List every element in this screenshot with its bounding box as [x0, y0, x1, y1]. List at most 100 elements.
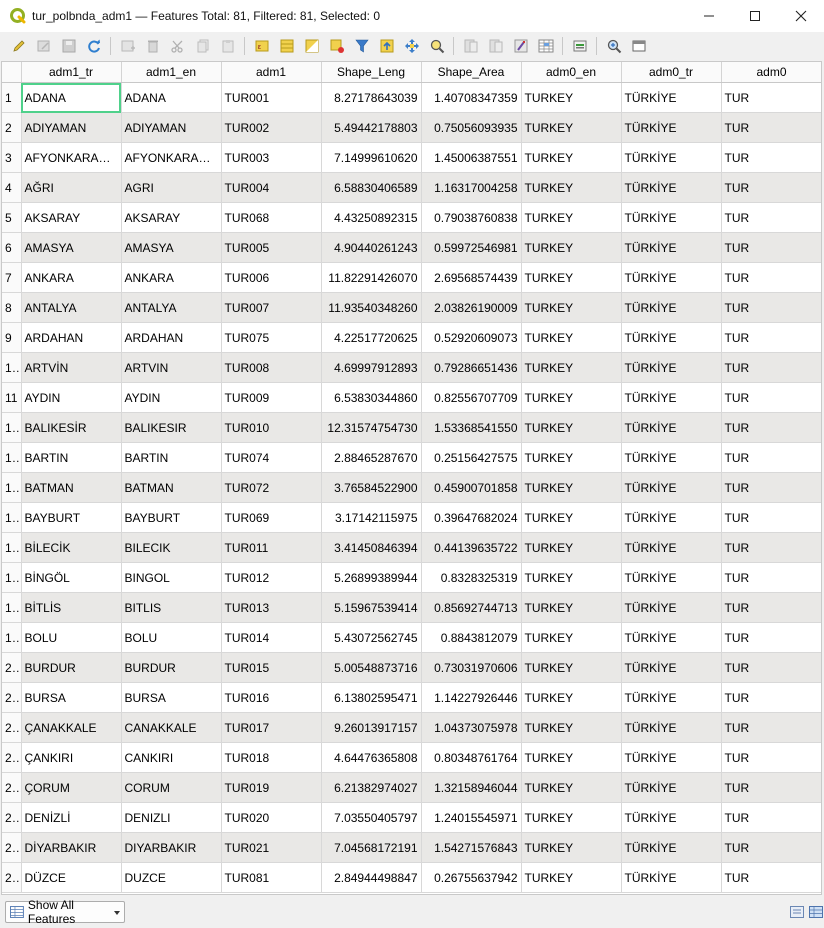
row-header[interactable]: 13	[2, 442, 22, 473]
cell-adm1[interactable]: TUR007	[221, 292, 322, 323]
cell-adm1_tr[interactable]: BİTLİS	[21, 592, 122, 623]
cell-shape_leng[interactable]: 9.26013917157	[321, 712, 422, 743]
row-header[interactable]: 7	[2, 262, 22, 293]
cell-adm0[interactable]: TUR	[721, 862, 821, 893]
cell-adm1_tr[interactable]: BARTIN	[21, 442, 122, 473]
maximize-icon[interactable]	[732, 0, 778, 32]
cell-adm0_en[interactable]: TURKEY	[521, 742, 622, 773]
cell-adm0_en[interactable]: TURKEY	[521, 352, 622, 383]
cell-adm0_en[interactable]: TURKEY	[521, 562, 622, 593]
column-header-adm1[interactable]: adm1	[221, 62, 322, 83]
cell-adm1[interactable]: TUR006	[221, 262, 322, 293]
cell-adm1[interactable]: TUR008	[221, 352, 322, 383]
row-header[interactable]: 22	[2, 712, 22, 743]
cell-adm0_tr[interactable]: TÜRKİYE	[621, 172, 722, 203]
cell-adm0_tr[interactable]: TÜRKİYE	[621, 832, 722, 863]
cell-adm0[interactable]: TUR	[721, 142, 821, 173]
cell-adm0[interactable]: TUR	[721, 532, 821, 563]
cell-shape_leng[interactable]: 4.69997912893	[321, 352, 422, 383]
cell-shape_area[interactable]: 0.79038760838	[421, 202, 522, 233]
table-row[interactable]: 4 AĞRI AGRI TUR004 6.58830406589 1.1631700425…	[2, 172, 821, 203]
cell-adm0_tr[interactable]: TÜRKİYE	[621, 112, 722, 143]
cell-shape_leng[interactable]: 4.64476365808	[321, 742, 422, 773]
cell-adm1[interactable]: TUR074	[221, 442, 322, 473]
cell-adm0_tr[interactable]: TÜRKİYE	[621, 322, 722, 353]
cell-shape_area[interactable]: 1.40708347359	[421, 82, 522, 113]
cell-adm0[interactable]: TUR	[721, 472, 821, 503]
cell-adm1_tr[interactable]: ADANA	[21, 82, 122, 113]
cell-adm1_tr[interactable]: AMASYA	[21, 232, 122, 263]
cell-shape_leng[interactable]: 3.41450846394	[321, 532, 422, 563]
cut-icon[interactable]	[168, 36, 188, 56]
cell-shape_area[interactable]: 1.32158946044	[421, 772, 522, 803]
table-row[interactable]: 27 DÜZCE DUZCE TUR081 2.84944498847 0.2675563…	[2, 862, 821, 893]
cell-shape_area[interactable]: 2.03826190009	[421, 292, 522, 323]
cell-shape_leng[interactable]: 6.53830344860	[321, 382, 422, 413]
cell-shape_area[interactable]: 1.54271576843	[421, 832, 522, 863]
cell-adm0[interactable]: TUR	[721, 592, 821, 623]
cell-adm1_en[interactable]: BITLIS	[121, 592, 222, 623]
cell-adm1_tr[interactable]: BAYBURT	[21, 502, 122, 533]
cell-shape_area[interactable]: 0.80348761764	[421, 742, 522, 773]
cell-adm1[interactable]: TUR013	[221, 592, 322, 623]
cell-adm0[interactable]: TUR	[721, 322, 821, 353]
cell-adm1[interactable]: TUR075	[221, 322, 322, 353]
table-row[interactable]: 20 BURDUR BURDUR TUR015 5.00548873716 0.73031…	[2, 652, 821, 683]
cell-adm1_en[interactable]: AYDIN	[121, 382, 222, 413]
cell-adm0_en[interactable]: TURKEY	[521, 712, 622, 743]
cell-adm1[interactable]: TUR011	[221, 532, 322, 563]
attribute-table[interactable]: adm1_tr adm1_en adm1 Shape_Leng Shape_Ar…	[1, 61, 822, 895]
cell-adm0_en[interactable]: TURKEY	[521, 442, 622, 473]
field-calculator-icon[interactable]	[511, 36, 531, 56]
copy-icon[interactable]	[193, 36, 213, 56]
cell-shape_area[interactable]: 0.85692744713	[421, 592, 522, 623]
cell-adm1_tr[interactable]: DİYARBAKIR	[21, 832, 122, 863]
zoom-map-to-features-icon[interactable]	[604, 36, 624, 56]
cell-adm0[interactable]: TUR	[721, 352, 821, 383]
move-selection-to-top-icon[interactable]	[377, 36, 397, 56]
row-header[interactable]: 12	[2, 412, 22, 443]
cell-adm1[interactable]: TUR010	[221, 412, 322, 443]
add-feature-icon[interactable]	[118, 36, 138, 56]
delete-selected-icon[interactable]	[143, 36, 163, 56]
cell-adm0_en[interactable]: TURKEY	[521, 202, 622, 233]
cell-adm1_tr[interactable]: BOLU	[21, 622, 122, 653]
show-all-features-dropdown[interactable]: Show All Features	[5, 898, 125, 926]
cell-adm1_en[interactable]: BARTIN	[121, 442, 222, 473]
cell-adm1_en[interactable]: CANKIRI	[121, 742, 222, 773]
cell-shape_leng[interactable]: 5.49442178803	[321, 112, 422, 143]
table-row[interactable]: 7 ANKARA ANKARA TUR006 11.82291426070 2.69568…	[2, 262, 821, 293]
cell-adm0_en[interactable]: TURKEY	[521, 502, 622, 533]
cell-adm1_tr[interactable]: ADIYAMAN	[21, 112, 122, 143]
table-row[interactable]: 11 AYDIN AYDIN TUR009 6.53830344860 0.8255670…	[2, 382, 821, 413]
cell-adm0_en[interactable]: TURKEY	[521, 802, 622, 833]
cell-shape_area[interactable]: 0.45900701858	[421, 472, 522, 503]
cell-adm1_tr[interactable]: BATMAN	[21, 472, 122, 503]
cell-adm0_en[interactable]: TURKEY	[521, 172, 622, 203]
table-row[interactable]: 19 BOLU BOLU TUR014 5.43072562745 0.884381207…	[2, 622, 821, 653]
select-all-icon[interactable]	[277, 36, 297, 56]
cell-adm0_en[interactable]: TURKEY	[521, 292, 622, 323]
cell-adm0_tr[interactable]: TÜRKİYE	[621, 562, 722, 593]
zoom-to-selected-icon[interactable]	[427, 36, 447, 56]
cell-shape_area[interactable]: 0.52920609073	[421, 322, 522, 353]
table-row[interactable]: 24 ÇORUM CORUM TUR019 6.21382974027 1.3215894…	[2, 772, 821, 803]
cell-shape_area[interactable]: 1.14227926446	[421, 682, 522, 713]
cell-adm1_en[interactable]: BURDUR	[121, 652, 222, 683]
table-row[interactable]: 3 AFYONKARAHİ... AFYONKARAHI... TUR003 7.149…	[2, 142, 821, 173]
actions-icon[interactable]	[570, 36, 590, 56]
row-header[interactable]: 23	[2, 742, 22, 773]
table-row[interactable]: 17 BİNGÖL BINGOL TUR012 5.26899389944 0.83283…	[2, 562, 821, 593]
cell-adm0[interactable]: TUR	[721, 682, 821, 713]
cell-adm1_tr[interactable]: ÇANAKKALE	[21, 712, 122, 743]
cell-adm0_tr[interactable]: TÜRKİYE	[621, 712, 722, 743]
column-header-adm0_en[interactable]: adm0_en	[521, 62, 622, 83]
row-header[interactable]: 26	[2, 832, 22, 863]
cell-adm1_en[interactable]: BALIKESIR	[121, 412, 222, 443]
cell-adm0_tr[interactable]: TÜRKİYE	[621, 772, 722, 803]
cell-adm0_en[interactable]: TURKEY	[521, 112, 622, 143]
table-row[interactable]: 23 ÇANKIRI CANKIRI TUR018 4.64476365808 0.803…	[2, 742, 821, 773]
cell-shape_leng[interactable]: 6.21382974027	[321, 772, 422, 803]
cell-shape_area[interactable]: 0.25156427575	[421, 442, 522, 473]
cell-adm0_tr[interactable]: TÜRKİYE	[621, 532, 722, 563]
